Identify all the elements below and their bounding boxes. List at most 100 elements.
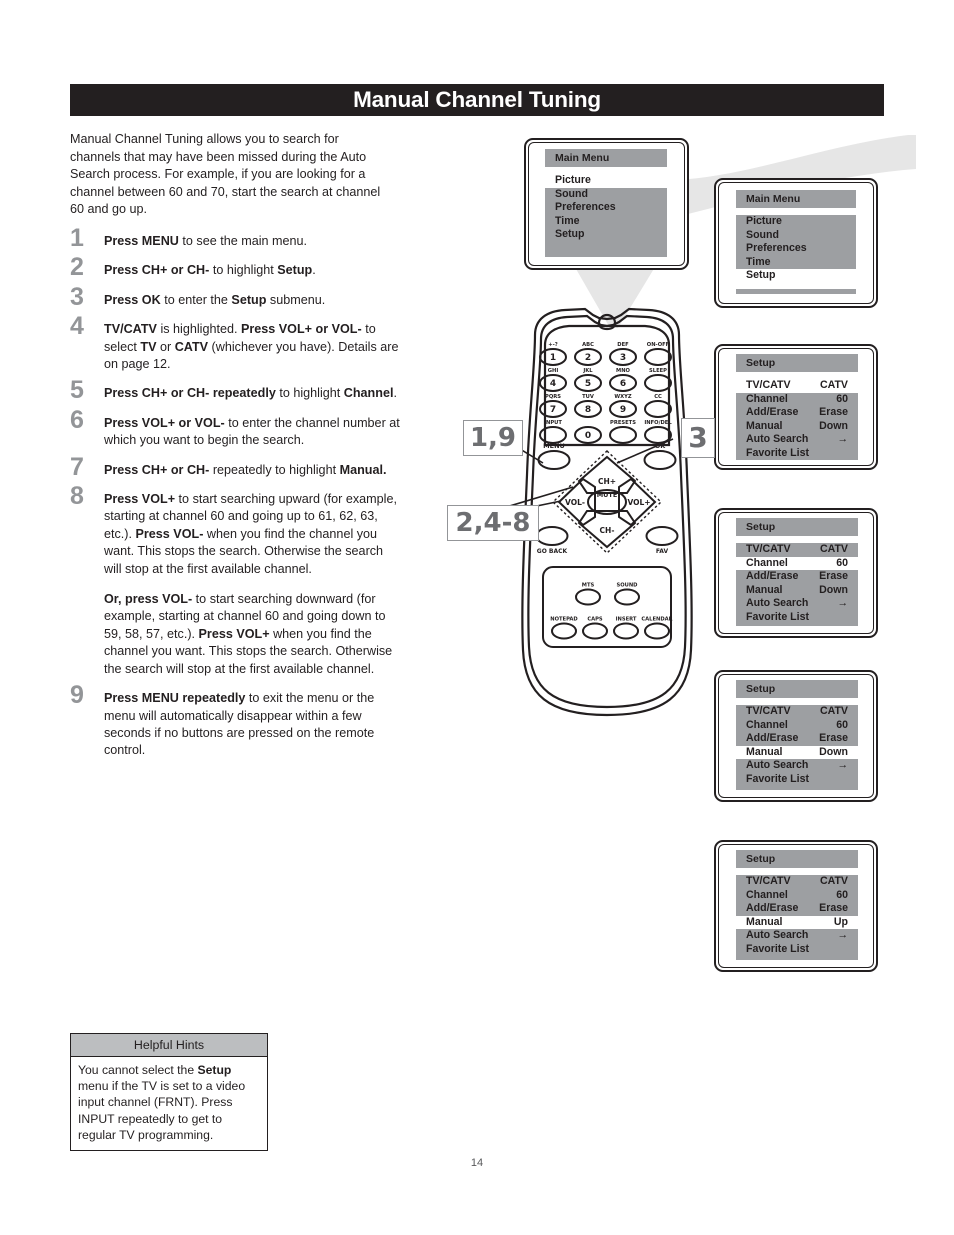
osd-row-favorite-list[interactable]: Favorite List	[736, 610, 858, 624]
remote-key-mts[interactable]	[575, 588, 601, 606]
osd-row-manual[interactable]: Manual Down	[736, 583, 858, 597]
osd-row-manual[interactable]: Manual Up	[736, 915, 858, 929]
page-title: Manual Channel Tuning	[353, 87, 601, 112]
tv-screen-main-menu-1: Main Menu Picture Sound Preferences Time Setu…	[524, 138, 689, 270]
osd-title: Main Menu	[736, 190, 856, 208]
remote-key-on-off[interactable]	[644, 348, 672, 366]
step-text: Press VOL+ or VOL- to enter the channel …	[104, 415, 400, 448]
osd-row-favorite-list[interactable]: Favorite List	[736, 772, 858, 786]
helpful-hints-heading: Helpful Hints	[71, 1034, 267, 1057]
osd-row-picture[interactable]: Picture	[545, 174, 667, 188]
osd-filler	[736, 956, 858, 960]
osd-row-label: Preferences	[555, 201, 616, 213]
osd-row-tv-catv[interactable]: TV/CATV CATV	[736, 379, 858, 393]
osd-row-tv-catv[interactable]: TV/CATV CATV	[736, 875, 858, 889]
remote-key-digit: 3	[620, 353, 626, 363]
osd-rows: TV/CATV CATV Channel 60 Add/Erase Erase Manual…	[736, 543, 858, 624]
osd-row-add-erase[interactable]: Add/Erase Erase	[736, 902, 858, 916]
step-text: Press MENU repeatedly to exit the menu o…	[104, 691, 375, 758]
osd-row-favorite-list[interactable]: Favorite List	[736, 446, 858, 460]
remote-key-caption: ABC	[582, 342, 594, 348]
osd-row-auto-search[interactable]: Auto Search →	[736, 929, 858, 943]
osd-row-add-erase[interactable]: Add/Erase Erase	[736, 570, 858, 584]
remote-key-digit: 9	[620, 405, 626, 415]
osd-row-channel[interactable]: Channel 60	[736, 392, 858, 406]
step-number: 4	[70, 312, 84, 341]
osd-row-auto-search[interactable]: Auto Search →	[736, 433, 858, 447]
osd-row-favorite-list[interactable]: Favorite List	[736, 942, 858, 956]
osd-row-auto-search[interactable]: Auto Search →	[736, 759, 858, 773]
intro-paragraph: Manual Channel Tuning allows you to sear…	[70, 132, 381, 217]
osd-row-value: Down	[819, 419, 848, 432]
osd-row-picture[interactable]: Picture	[736, 215, 856, 229]
osd-row-value: Down	[819, 745, 848, 758]
remote-key-caption: CAPS	[587, 617, 603, 623]
remote-key-caption: GHI	[548, 368, 559, 374]
osd-row-label: Favorite List	[746, 446, 809, 459]
remote-key-sleep[interactable]	[644, 374, 672, 392]
osd-row-time[interactable]: Time	[545, 214, 667, 228]
tv-screen-setup-1: Setup TV/CATV CATV Channel 60 Add/Erase Erase M…	[714, 344, 878, 470]
remote-key-caption: TUV	[582, 394, 594, 400]
remote-key-notepad[interactable]	[551, 622, 577, 640]
osd-row-channel[interactable]: Channel 60	[736, 556, 858, 570]
step-text: Press CH+ or CH- to highlight Setup.	[104, 263, 316, 278]
osd-row-label: Channel	[746, 718, 788, 731]
osd-title: Setup	[736, 850, 858, 868]
osd-row-manual[interactable]: Manual Down	[736, 745, 858, 759]
manual-page: Manual Channel Tuning Manual Channel Tun…	[0, 0, 954, 1235]
osd-row-setup[interactable]: Setup	[545, 228, 667, 242]
osd-row-setup[interactable]: Setup	[736, 269, 856, 283]
step-number: 5	[70, 376, 84, 405]
remote-key-sound[interactable]	[614, 588, 640, 606]
osd-row-preferences[interactable]: Preferences	[545, 201, 667, 215]
remote-key-insert[interactable]	[613, 622, 639, 640]
remote-key-caps[interactable]	[582, 622, 608, 640]
remote-key-caption: WXYZ	[614, 394, 631, 400]
osd-row-channel[interactable]: Channel 60	[736, 888, 858, 902]
osd-filler	[736, 288, 856, 294]
remote-key-caption: PQRS	[545, 394, 561, 400]
osd-menu: Setup TV/CATV CATV Channel 60 Add/Erase Erase M…	[736, 518, 858, 626]
osd-row-time[interactable]: Time	[736, 255, 856, 269]
osd-menu: Setup TV/CATV CATV Channel 60 Add/Erase Erase M…	[736, 680, 858, 790]
osd-row-label: Auto Search	[746, 433, 809, 445]
osd-row-auto-search[interactable]: Auto Search →	[736, 597, 858, 611]
osd-row-sound[interactable]: Sound	[736, 228, 856, 242]
osd-row-value: Down	[819, 583, 848, 596]
osd-row-label: Sound	[555, 187, 588, 200]
remote-key-digit: 2	[585, 353, 591, 363]
osd-row-label: Time	[555, 214, 580, 227]
osd-row-manual[interactable]: Manual Down	[736, 419, 858, 433]
callout-3: 3	[681, 418, 715, 458]
osd-row-sound[interactable]: Sound	[545, 187, 667, 201]
osd-row-value: 60	[836, 718, 848, 731]
osd-row-add-erase[interactable]: Add/Erase Erase	[736, 732, 858, 746]
callout-2-4-8: 2,4-8	[447, 505, 539, 541]
osd-row-value: 60	[836, 888, 848, 901]
remote-key-caption: DEF	[617, 342, 629, 348]
osd-row-tv-catv[interactable]: TV/CATV CATV	[736, 543, 858, 557]
osd-row-label: Channel	[746, 556, 788, 569]
remote-key-digit: 8	[585, 405, 591, 415]
osd-row-preferences[interactable]: Preferences	[736, 242, 856, 256]
osd-row-label: Channel	[746, 888, 788, 901]
osd-row-add-erase[interactable]: Add/Erase Erase	[736, 406, 858, 420]
page-number: 14	[470, 1157, 484, 1169]
step-6: 6 Press VOL+ or VOL- to enter the channel…	[70, 407, 400, 450]
remote-key-caption: INSERT	[616, 617, 637, 623]
osd-row-label: Picture	[555, 174, 591, 186]
osd-row-channel[interactable]: Channel 60	[736, 718, 858, 732]
remote-key-calendar[interactable]	[644, 622, 670, 640]
remote-key-caption: MNO	[616, 368, 631, 374]
osd-row-value: CATV	[819, 379, 848, 391]
osd-row-label: Add/Erase	[746, 902, 799, 914]
osd-menu: Main Menu Picture Sound Preferences Time Setu…	[736, 190, 856, 294]
step-8: 8 Press VOL+ to start searching upward (f…	[70, 484, 400, 678]
remote-key-caption: NOTEPAD	[550, 617, 578, 623]
remote-label-fav: FAV	[656, 548, 669, 555]
osd-title: Setup	[736, 680, 858, 698]
osd-row-tv-catv[interactable]: TV/CATV CATV	[736, 705, 858, 719]
tv-screen-setup-4: Setup TV/CATV CATV Channel 60 Add/Erase Erase M…	[714, 840, 878, 972]
step-number: 3	[70, 282, 84, 311]
